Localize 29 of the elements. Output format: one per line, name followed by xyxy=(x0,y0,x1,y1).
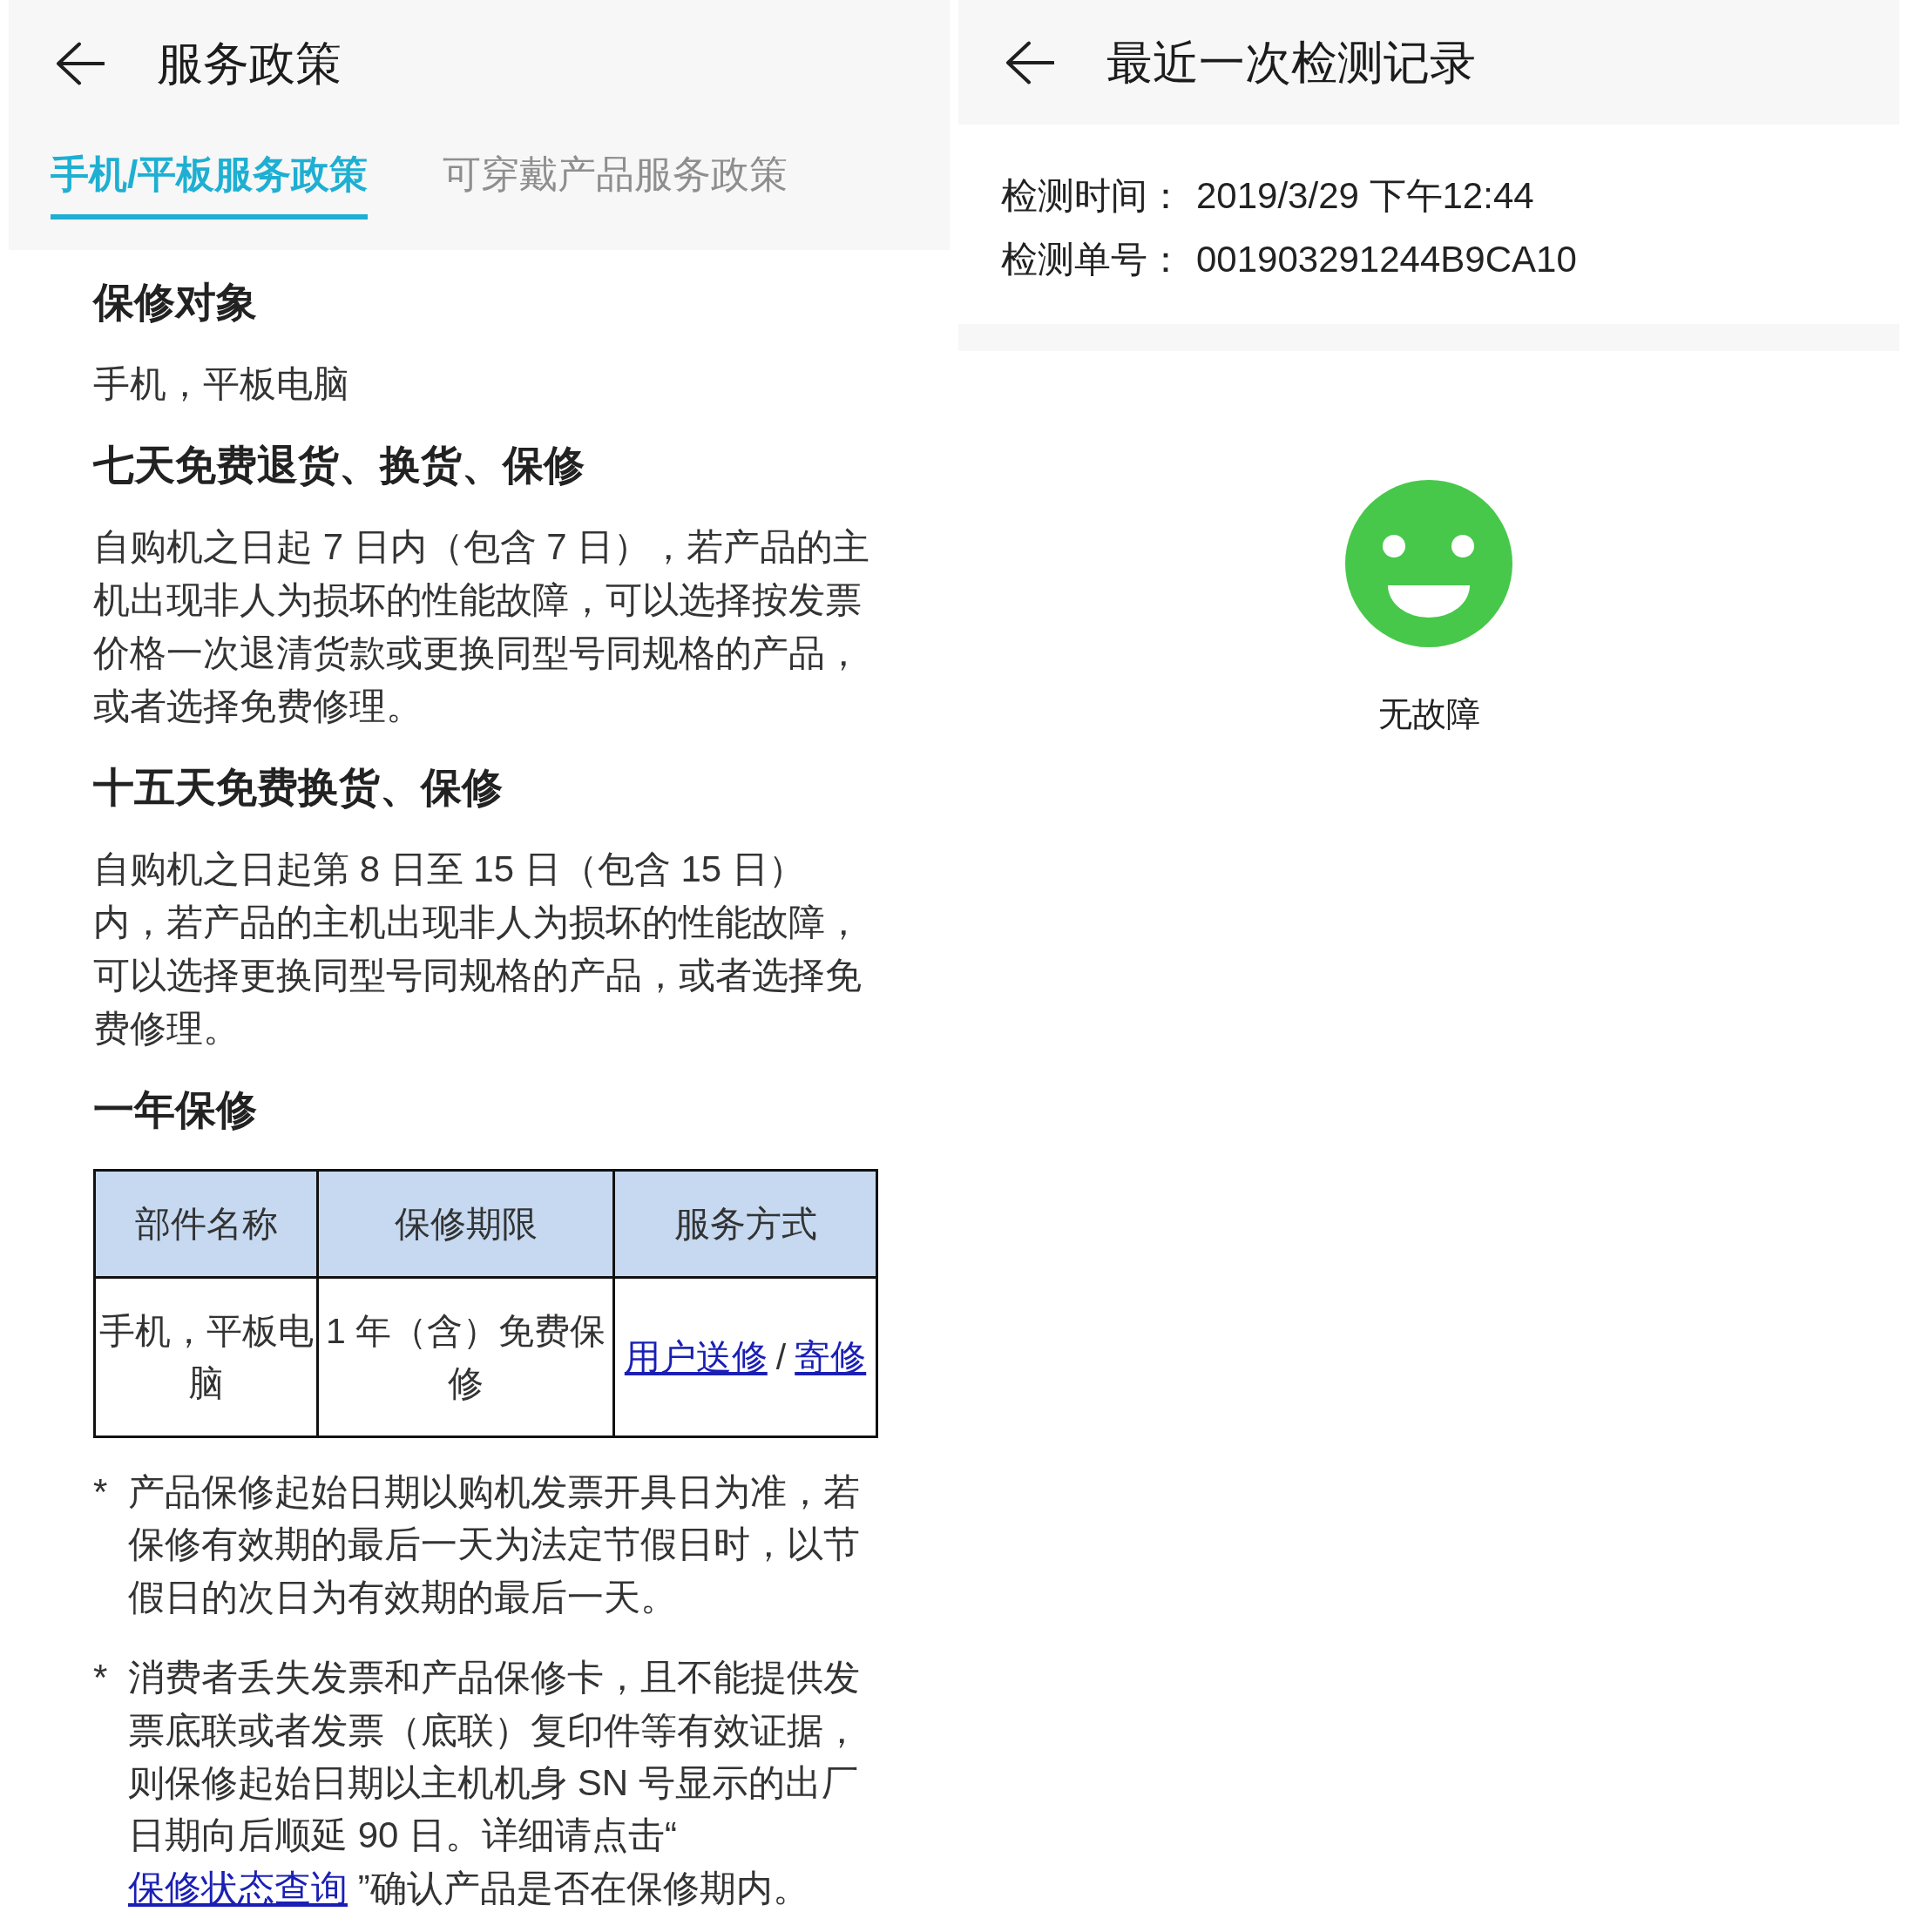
footnote-marker: * xyxy=(93,1470,109,1514)
status-label: 无故障 xyxy=(1377,694,1480,734)
body-text: 自购机之日起第 8 日至 15 日（包含 15 日）内，若产品的主机出现非人为损坏的性能故障，可以选择更换同型号同规格的产品，或者选择免费修理。 xyxy=(93,848,863,1050)
page-title: 服务政策 xyxy=(157,37,342,91)
section-heading: 十五天免费换货、保修 xyxy=(93,763,503,812)
field-label: 检测单号： xyxy=(1001,238,1184,281)
text-link[interactable]: 寄修 xyxy=(795,1337,867,1377)
body-text: 手机，平板电脑 xyxy=(93,362,350,406)
field-value: 2019/3/29 下午12:44 xyxy=(1196,174,1534,218)
column-header: 部件名称 xyxy=(94,1170,318,1278)
cell-text: / xyxy=(775,1337,787,1377)
section-heading: 一年保修 xyxy=(93,1085,257,1134)
footnote-marker: * xyxy=(93,1656,109,1700)
column-header: 服务方式 xyxy=(613,1170,877,1278)
field-value: 001903291244B9CA10 xyxy=(1196,238,1577,281)
back-arrow-icon[interactable] xyxy=(1005,40,1054,84)
footnote-text: 消费者丢失发票和产品保修卡，且不能提供发票底联或者发票（底联）复印件等有效证据，则保修起始日期以主机机身 SN 号显示的出厂日期向后顺延 90 日。详细请点击“ 保修状态查询 ”确认产品是否在保修期内。 xyxy=(128,1656,861,1910)
table-cell: 1 年（含）免费保修 xyxy=(317,1277,614,1437)
back-arrow-icon[interactable] xyxy=(56,42,105,85)
column-header: 保修期限 xyxy=(317,1170,614,1278)
footnote-text: 产品保修起始日期以购机发票开具日为准，若保修有效期的最后一天为法定节假日时，以节假日的次日为有效期的最后一天。 xyxy=(128,1470,861,1619)
text-link[interactable]: 保修状态查询 xyxy=(128,1867,348,1908)
page-title: 最近一次检测记录 xyxy=(1106,35,1476,90)
section-heading: 保修对象 xyxy=(93,278,257,327)
table-cell: 手机，平板电脑 xyxy=(94,1277,318,1437)
text-link[interactable]: 用户送修 xyxy=(624,1337,768,1377)
section-heading: 七天免费退货、换货、保修 xyxy=(93,441,585,490)
field-label: 检测时间： xyxy=(1001,174,1184,218)
body-text: 自购机之日起 7 日内（包含 7 日），若产品的主机出现非人为损坏的性能故障，可以选择按发票价格一次退清货款或更换同型号同规格的产品，或者选择免费修理。 xyxy=(93,525,870,728)
